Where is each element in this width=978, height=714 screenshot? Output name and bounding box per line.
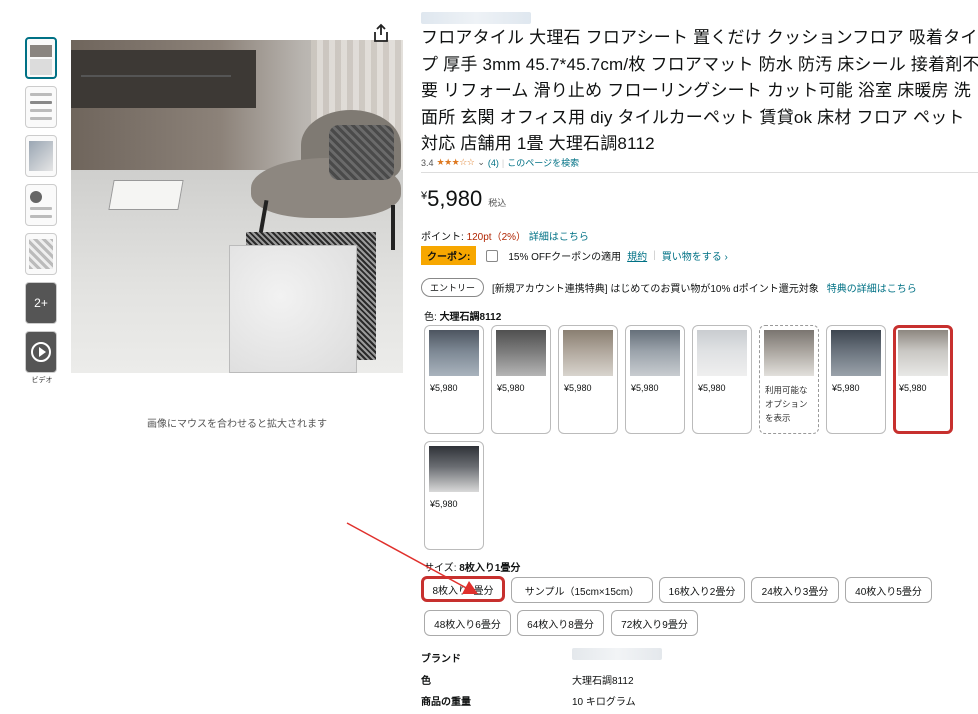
color-swatch[interactable]: ¥5,980 [558, 325, 618, 434]
price: ¥ 5,980 税込 [421, 186, 506, 212]
entry-row: エントリー [新規アカウント連携特典] はじめてのお買い物が10% dポイント還… [421, 278, 917, 297]
rating-count-link[interactable]: (4) [488, 158, 499, 168]
entry-text: [新規アカウント連携特典] はじめてのお買い物が10% dポイント還元対象 [492, 284, 819, 295]
size-label-prefix: サイズ: [424, 563, 457, 574]
more-images-label: 2+ [34, 296, 48, 310]
play-icon [31, 342, 51, 362]
size-label: サイズ: 8枚入り1畳分 [424, 559, 520, 574]
search-page-link[interactable]: このページを検索 [507, 156, 579, 169]
video-label: ビデオ [31, 377, 53, 384]
divider [421, 172, 978, 173]
color-label-prefix: 色: [424, 312, 437, 323]
color-swatch[interactable]: ¥5,980 [692, 325, 752, 434]
rating-row: 3.4 ★★★☆☆ ⌄ (4) | このページを検索 [421, 156, 580, 169]
size-option[interactable]: 24枚入り3畳分 [751, 577, 839, 603]
coupon-row: クーポン: 15% OFFクーポンの適用 規約 | 買い物をする › [421, 246, 728, 265]
zoom-hint: 画像にマウスを合わせると拡大されます [147, 419, 327, 430]
thumbnail-3[interactable] [25, 135, 57, 177]
color-swatch[interactable]: ¥5,980 [625, 325, 685, 434]
rating-stars-icon[interactable]: ★★★☆☆ [437, 157, 475, 168]
points-row: ポイント: 120pt（2%） 詳細はこちら [421, 228, 589, 243]
product-title: フロアタイル 大理石 フロアシート 置くだけ クッションフロア 吸着タイプ 厚手… [421, 28, 978, 153]
more-images-button[interactable]: 2+ [25, 282, 57, 324]
swatch-price: ¥5,980 [564, 383, 592, 393]
thumbnail-5[interactable] [25, 233, 57, 275]
swatch-price: ¥5,980 [497, 383, 525, 393]
entry-button[interactable]: エントリー [421, 278, 485, 297]
video-thumbnail[interactable] [25, 331, 57, 373]
swatch-price: ¥5,980 [430, 499, 458, 509]
points-prefix: ポイント: [421, 232, 464, 243]
thumbnail-2[interactable] [25, 86, 57, 128]
color-selected-value: 大理石調8112 [439, 312, 502, 323]
size-option[interactable]: 40枚入り5畳分 [845, 577, 932, 603]
spec-value: 10 キログラム [572, 697, 636, 708]
spec-key: ブランド [421, 654, 461, 665]
color-swatch[interactable]: ¥5,980 [424, 441, 484, 550]
price-amount: 5,980 [427, 186, 483, 211]
price-tax-label: 税込 [488, 198, 507, 208]
color-swatch[interactable]: ¥5,980 [826, 325, 886, 434]
spec-brand-value-blurred [572, 648, 662, 660]
entry-detail-link[interactable]: 特典の詳細はこちら [827, 280, 917, 295]
color-swatch-selected[interactable]: ¥5,980 [893, 325, 953, 434]
size-option[interactable]: 72枚入り9畳分 [611, 610, 698, 636]
spec-key: 商品の重量 [421, 697, 471, 708]
coupon-terms-link[interactable]: 規約 [627, 248, 647, 263]
swatch-options-text: 利用可能なオプションを表示 [765, 385, 808, 423]
size-option[interactable]: 16枚入り2畳分 [659, 577, 745, 603]
thumbnail-strip: 2+ ビデオ [25, 37, 59, 385]
size-option[interactable]: 64枚入り8畳分 [517, 610, 604, 636]
chevron-down-icon[interactable]: ⌄ [477, 157, 485, 168]
coupon-shop-link[interactable]: 買い物をする › [662, 248, 728, 263]
swatch-price: ¥5,980 [631, 383, 659, 393]
share-icon[interactable] [372, 23, 390, 43]
swatch-price: ¥5,980 [832, 383, 860, 393]
spec-value: 大理石調8112 [572, 676, 634, 687]
size-option-selected[interactable]: 8枚入り1畳分 [421, 576, 505, 602]
size-option[interactable]: サンプル（15cm×15cm） [511, 577, 653, 603]
color-label: 色: 大理石調8112 [424, 308, 501, 323]
main-product-image[interactable] [71, 40, 403, 373]
price-currency: ¥ [421, 190, 428, 202]
color-swatch[interactable]: ¥5,980 [491, 325, 551, 434]
thumbnail-1[interactable] [25, 37, 57, 79]
size-selected-value: 8枚入り1畳分 [459, 563, 521, 574]
swatch-price: ¥5,980 [430, 383, 458, 393]
points-detail-link[interactable]: 詳細はこちら [529, 232, 589, 243]
swatch-price: ¥5,980 [899, 383, 927, 393]
size-option[interactable]: 48枚入り6畳分 [424, 610, 511, 636]
color-swatch-unavailable[interactable]: 利用可能なオプションを表示 [759, 325, 819, 434]
coupon-badge: クーポン: [421, 246, 477, 265]
brand-link-blurred[interactable] [421, 12, 531, 24]
rating-value: 3.4 [421, 157, 434, 168]
points-value: 120pt（2%） [466, 232, 527, 243]
spec-key: 色 [421, 676, 431, 687]
coupon-text: 15% OFFクーポンの適用 [508, 252, 622, 263]
coupon-checkbox[interactable] [486, 249, 499, 262]
swatch-price: ¥5,980 [698, 383, 726, 393]
color-swatch[interactable]: ¥5,980 [424, 325, 484, 434]
thumbnail-4[interactable] [25, 184, 57, 226]
